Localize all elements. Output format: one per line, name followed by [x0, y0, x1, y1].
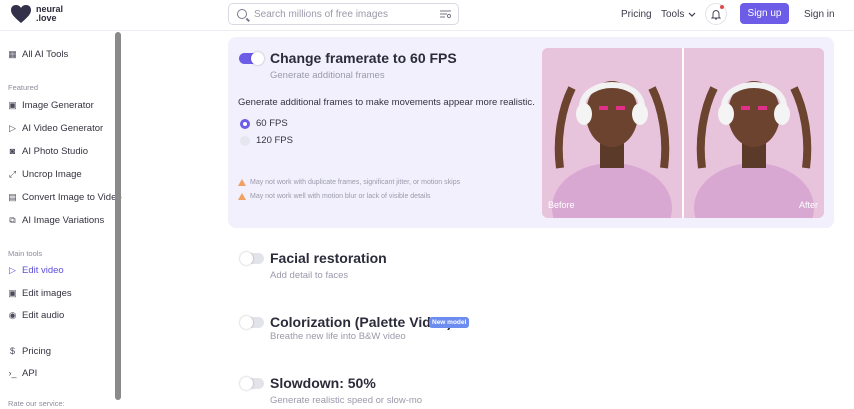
filter-icon[interactable] — [440, 9, 451, 19]
option-label: 120 FPS — [256, 135, 293, 146]
radio-checked[interactable] — [240, 118, 250, 129]
play-icon: ▷ — [9, 265, 16, 275]
nav-pricing-link[interactable]: Pricing — [621, 9, 652, 20]
play-icon: ▷ — [9, 123, 16, 133]
option-60fps[interactable]: 60 FPS — [240, 118, 288, 129]
image-icon: ▣ — [8, 100, 17, 110]
slowdown-title: Slowdown: 50% — [270, 375, 376, 391]
colorization-subtitle: Breathe new life into B&W video — [270, 331, 406, 342]
logo-line2: .love — [36, 13, 57, 23]
portrait-image — [542, 48, 682, 218]
signup-button[interactable]: Sign up — [740, 3, 789, 24]
new-model-badge: New model — [429, 317, 470, 328]
option-120fps[interactable]: 120 FPS — [240, 135, 293, 146]
sidebar-item-ai-video-generator[interactable]: ▷ AI Video Generator — [8, 123, 103, 134]
search-bar[interactable] — [228, 3, 459, 25]
warning-text: May not work with duplicate frames, sign… — [250, 179, 461, 186]
featured-heading: Featured — [8, 83, 39, 92]
terminal-icon: ›_ — [8, 368, 17, 378]
logo[interactable]: neural .love — [10, 4, 63, 24]
grid-icon: ▦ — [8, 49, 17, 59]
sidebar-item-label: Image Generator — [22, 100, 94, 111]
framerate-subtitle: Generate additional frames — [270, 70, 385, 81]
sidebar: ▦ All AI Tools Featured ▣ Image Generato… — [0, 32, 122, 409]
notification-dot — [720, 5, 724, 9]
sidebar-item-label: AI Image Variations — [22, 215, 105, 226]
framerate-card: Change framerate to 60 FPS Generate addi… — [228, 37, 834, 228]
radio-unchecked[interactable] — [240, 135, 250, 146]
toggle-knob — [240, 252, 253, 265]
top-bar: neural .love Pricing Tools Sign up Sign … — [0, 0, 854, 31]
before-after-preview[interactable]: Before After — [542, 48, 824, 218]
sidebar-item-label: Pricing — [22, 346, 52, 357]
video-icon: ▤ — [8, 192, 17, 202]
sidebar-item-label: All AI Tools — [22, 49, 69, 60]
search-icon — [237, 9, 247, 19]
warning-icon — [238, 179, 246, 186]
toggle-knob — [251, 52, 264, 65]
sidebar-item-label: Convert Image to Video — [22, 192, 122, 203]
before-label: Before — [548, 200, 575, 210]
colorization-title: Colorization (Palette Video) — [270, 314, 452, 330]
sidebar-item-label: Uncrop Image — [22, 169, 82, 180]
warning-icon — [238, 193, 246, 200]
sidebar-item-label: Edit audio — [22, 310, 65, 321]
sidebar-item-label: AI Photo Studio — [22, 146, 89, 157]
before-image: Before — [542, 48, 682, 218]
sidebar-item-ai-image-variations[interactable]: ⧉ AI Image Variations — [8, 215, 104, 226]
framerate-description: Generate additional frames to make movem… — [238, 97, 535, 108]
framerate-title: Change framerate to 60 FPS — [270, 50, 457, 66]
sidebar-item-label: Edit images — [22, 288, 72, 299]
warning-row: May not work well with motion blur or la… — [238, 193, 431, 200]
sidebar-item-convert-image-to-video[interactable]: ▤ Convert Image to Video — [8, 192, 122, 203]
sidebar-item-ai-photo-studio[interactable]: ◙ AI Photo Studio — [8, 146, 88, 157]
sidebar-item-uncrop-image[interactable]: ⤢ Uncrop Image — [8, 169, 82, 180]
sidebar-item-edit-images[interactable]: ▣ Edit images — [8, 288, 72, 299]
facial-restoration-toggle[interactable] — [240, 252, 264, 265]
portrait-image — [684, 48, 824, 218]
variations-icon: ⧉ — [9, 215, 16, 225]
facial-restoration-title: Facial restoration — [270, 250, 387, 266]
sidebar-item-label: API — [22, 368, 38, 379]
main-content: Change framerate to 60 FPS Generate addi… — [122, 32, 854, 409]
chevron-down-icon — [688, 12, 696, 17]
search-input[interactable] — [254, 8, 439, 20]
nav-tools-menu[interactable]: Tools — [661, 9, 696, 20]
slowdown-toggle[interactable] — [240, 377, 264, 390]
facial-restoration-subtitle: Add detail to faces — [270, 270, 349, 281]
sidebar-item-label: Edit video — [22, 265, 64, 276]
image-icon: ▣ — [8, 288, 17, 298]
warning-text: May not work well with motion blur or la… — [250, 193, 431, 200]
sidebar-item-edit-video[interactable]: ▷ Edit video — [8, 265, 64, 276]
toggle-knob — [240, 377, 253, 390]
framerate-toggle[interactable] — [239, 52, 264, 65]
warning-row: May not work with duplicate frames, sign… — [238, 179, 460, 186]
dollar-icon: $ — [9, 346, 15, 356]
slowdown-subtitle: Generate realistic speed or slow-mo — [270, 395, 423, 406]
colorization-toggle[interactable] — [240, 316, 264, 329]
sidebar-item-label: AI Video Generator — [22, 123, 104, 134]
sidebar-item-edit-audio[interactable]: ◉ Edit audio — [8, 310, 65, 321]
sidebar-item-all-tools[interactable]: ▦ All AI Tools — [8, 49, 68, 60]
expand-icon: ⤢ — [8, 169, 17, 179]
rate-heading: Rate our service: — [8, 399, 65, 408]
camera-icon: ◙ — [9, 146, 16, 156]
logo-heart-icon — [11, 5, 31, 23]
sidebar-item-image-generator[interactable]: ▣ Image Generator — [8, 100, 94, 111]
sidebar-scrollbar[interactable] — [115, 32, 121, 400]
sidebar-item-pricing[interactable]: $ Pricing — [8, 346, 51, 357]
notifications-button[interactable] — [705, 3, 727, 25]
after-label: After — [798, 200, 818, 210]
option-label: 60 FPS — [256, 118, 288, 129]
audio-icon: ◉ — [8, 310, 17, 320]
sidebar-item-api[interactable]: ›_ API — [8, 368, 37, 379]
nav-tools-label: Tools — [661, 9, 685, 20]
signin-link[interactable]: Sign in — [804, 9, 835, 20]
toggle-knob — [240, 316, 253, 329]
after-image: After — [684, 48, 824, 218]
main-tools-heading: Main tools — [8, 249, 43, 258]
bell-icon — [711, 9, 721, 20]
